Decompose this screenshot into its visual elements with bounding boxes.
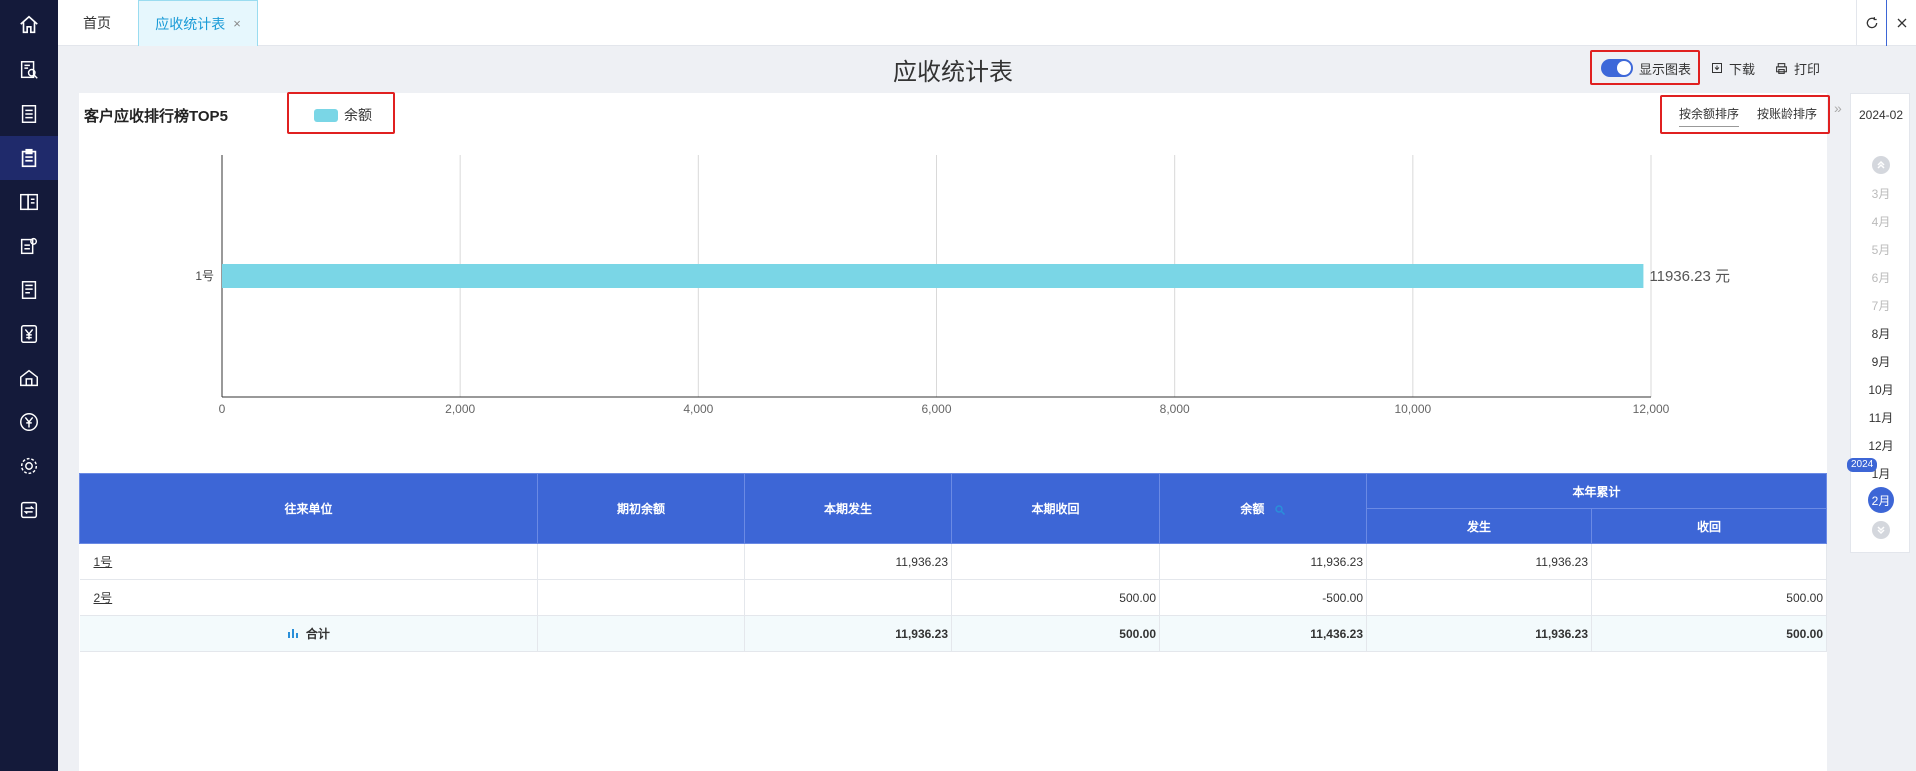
col-header-unit[interactable]: 往来单位 (79, 473, 538, 544)
cell-period-occur (744, 579, 952, 616)
cell-unit[interactable]: 1号 (79, 543, 538, 580)
month-item[interactable]: 5月 (1851, 241, 1911, 258)
tab-receivable-stats[interactable]: 应收统计表 × (138, 0, 258, 46)
yuan-document-icon[interactable] (0, 312, 58, 356)
receivable-table: 往来单位 期初余额 本期发生 本期收回 余额 本年累计 发生 收回 1号 11,… (79, 473, 1827, 652)
cell-total-label: 合计 (79, 615, 538, 652)
cell-total-year-recv: 500.00 (1591, 615, 1827, 652)
cell-period-occur: 11,936.23 (744, 543, 952, 580)
month-item[interactable]: 12月 (1851, 437, 1911, 454)
yuan-circle-icon[interactable] (0, 400, 58, 444)
tab-home[interactable]: 首页 (58, 0, 136, 46)
notes-icon[interactable] (0, 268, 58, 312)
close-icon[interactable]: × (233, 16, 241, 31)
highlight-box-sort (1660, 95, 1830, 134)
y-tick-label: 1号 (195, 269, 214, 283)
print-label: 打印 (1793, 61, 1820, 77)
col-header-opening[interactable]: 期初余额 (537, 473, 745, 544)
month-item[interactable]: 10月 (1851, 381, 1911, 398)
x-tick-label: 10,000 (1394, 402, 1431, 416)
list-document-icon[interactable] (0, 92, 58, 136)
print-button[interactable]: 打印 (1775, 59, 1820, 78)
cell-total-balance: 11,436.23 (1159, 615, 1367, 652)
month-item[interactable]: 4月 (1851, 213, 1911, 230)
page-title: 应收统计表 (893, 59, 1013, 86)
x-tick-label: 2,000 (445, 402, 475, 416)
unit-link[interactable]: 1号 (94, 555, 113, 569)
cell-balance: -500.00 (1159, 579, 1367, 616)
scroll-down-icon[interactable] (1872, 521, 1890, 539)
download-icon (1711, 63, 1722, 73)
cell-unit[interactable]: 2号 (79, 579, 538, 616)
balance-header-label: 余额 (1240, 502, 1265, 516)
swap-icon[interactable] (0, 488, 58, 532)
scroll-up-icon[interactable] (1872, 156, 1890, 174)
month-item[interactable]: 7月 (1851, 297, 1911, 314)
table-total-row: 合计 11,936.23 500.00 11,436.23 11,936.23 … (79, 615, 1827, 652)
highlight-box-toggle (1590, 50, 1700, 85)
x-tick-label: 6,000 (921, 402, 951, 416)
month-item[interactable]: 6月 (1851, 269, 1911, 286)
month-item[interactable]: 11月 (1851, 409, 1911, 426)
month-selected[interactable]: 2月 (1868, 487, 1894, 513)
download-button[interactable]: 下载 (1711, 59, 1755, 78)
highlight-box-legend (287, 92, 395, 134)
col-header-period-occur[interactable]: 本期发生 (744, 473, 952, 544)
cell-year-recv (1591, 543, 1827, 580)
table-row: 2号 500.00 -500.00 500.00 (79, 579, 1827, 616)
building-icon[interactable] (0, 356, 58, 400)
cell-year-occur (1366, 579, 1592, 616)
total-label: 合计 (305, 627, 330, 641)
x-tick-label: 12,000 (1633, 402, 1670, 416)
table-row: 1号 11,936.23 11,936.23 11,936.23 (79, 543, 1827, 580)
x-tick-label: 8,000 (1160, 402, 1190, 416)
tab-title: 应收统计表 (155, 15, 226, 32)
refresh-icon[interactable] (1856, 0, 1886, 46)
download-label: 下载 (1728, 61, 1755, 77)
collapse-panel-icon[interactable]: » (1834, 100, 1842, 116)
cell-balance: 11,936.23 (1159, 543, 1367, 580)
bar-value-label: 11936.23 元 (1649, 268, 1730, 285)
cell-year-recv: 500.00 (1591, 579, 1827, 616)
current-period[interactable]: 2024-02 (1851, 108, 1911, 122)
month-item[interactable]: 3月 (1851, 185, 1911, 202)
cell-period-recv: 500.00 (951, 579, 1160, 616)
tab-bar: 首页 应收统计表 × (58, 0, 1916, 46)
col-header-year-total: 本年累计 (1366, 473, 1827, 509)
cell-total-opening (537, 615, 745, 652)
cell-opening (537, 579, 745, 616)
cell-total-period-occur: 11,936.23 (744, 615, 952, 652)
left-nav (0, 0, 58, 771)
print-icon (1776, 62, 1787, 74)
unit-link[interactable]: 2号 (94, 591, 113, 605)
col-header-year-occur[interactable]: 发生 (1366, 508, 1592, 544)
cell-period-recv (951, 543, 1160, 580)
x-tick-label: 4,000 (683, 402, 713, 416)
ledger-icon[interactable] (0, 180, 58, 224)
month-item[interactable]: 8月 (1851, 325, 1911, 342)
x-tick-label: 0 (219, 402, 226, 416)
month-item[interactable]: 9月 (1851, 353, 1911, 370)
report-card: 客户应收排行榜TOP5 余额 按余额排序 按账龄排序 0 2,000 4,000 6,… (79, 93, 1827, 771)
bar (222, 264, 1644, 288)
col-header-balance[interactable]: 余额 (1159, 473, 1367, 544)
gear-icon[interactable] (0, 444, 58, 488)
search-document-icon[interactable] (0, 48, 58, 92)
cell-year-occur: 11,936.23 (1366, 543, 1592, 580)
month-panel: 2024-02 3月 4月 5月 6月 7月 8月 9月 10月 11月 12月 1月 2024 2… (1847, 93, 1911, 553)
col-header-period-recv[interactable]: 本期收回 (951, 473, 1160, 544)
cell-total-year-occur: 11,936.23 (1366, 615, 1592, 652)
home-icon[interactable] (0, 3, 58, 47)
clipboard-icon[interactable] (0, 136, 58, 180)
col-header-year-recv[interactable]: 收回 (1591, 508, 1827, 544)
chart-title: 客户应收排行榜TOP5 (84, 108, 228, 125)
receivable-bar-chart: 0 2,000 4,000 6,000 8,000 10,000 12,000 1号 11936… (195, 155, 1730, 416)
document-pin-icon[interactable] (0, 224, 58, 268)
cell-total-period-recv: 500.00 (951, 615, 1160, 652)
close-window-icon[interactable] (1886, 0, 1916, 46)
cell-opening (537, 543, 745, 580)
year-badge: 2024 (1847, 458, 1878, 472)
search-icon (1274, 505, 1285, 515)
bar-chart-icon (287, 629, 298, 638)
